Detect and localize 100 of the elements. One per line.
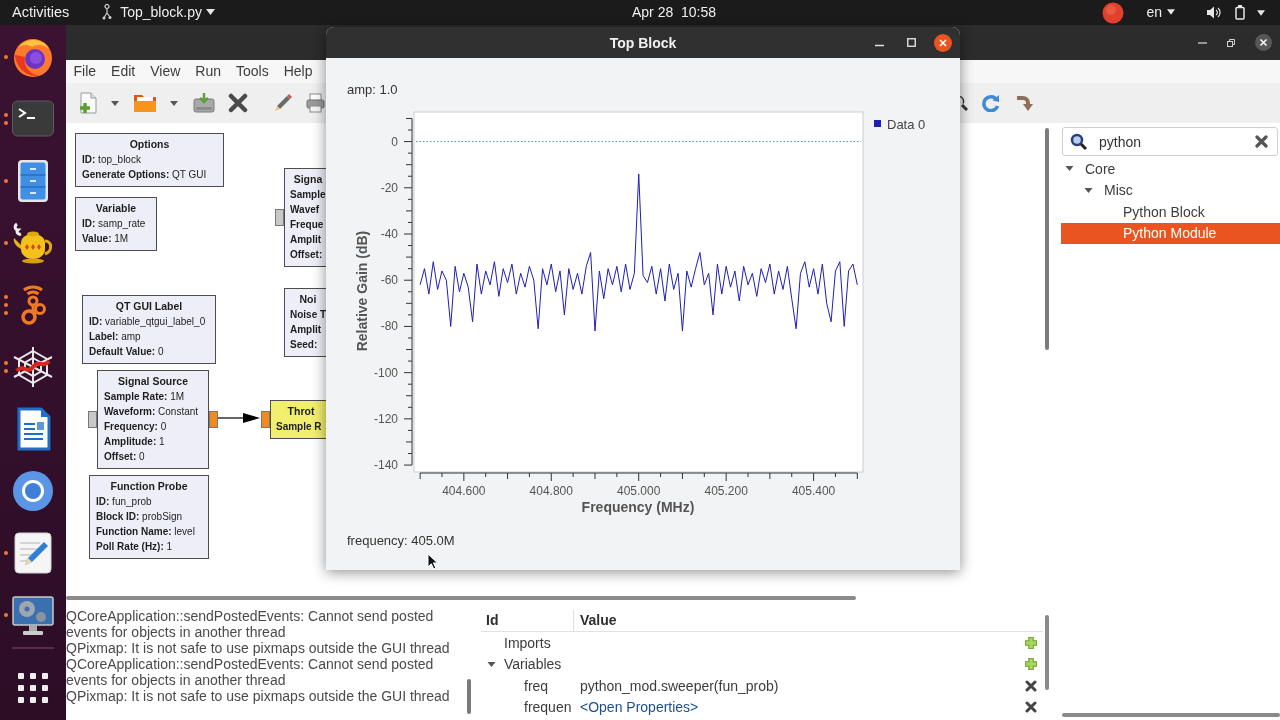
input-port-icon[interactable] [261, 411, 270, 428]
tick-label: 405.200 [704, 484, 748, 498]
vertical-scrollbar[interactable] [1045, 128, 1049, 350]
magnifier-icon[interactable] [960, 95, 968, 111]
connection-arrow[interactable] [218, 412, 260, 424]
monitor-icon[interactable] [11, 593, 55, 637]
tree-item[interactable]: Python Block [1061, 201, 1280, 223]
pencil-note-icon[interactable] [11, 531, 55, 575]
app-grid-icon[interactable] [18, 673, 48, 703]
block-param: Frequency: 0 [104, 420, 168, 434]
flowgraph-block[interactable]: Variable ID: samp_rate Value: 1M [75, 197, 157, 251]
tick-label: -40 [380, 227, 398, 241]
block-param: Sample [290, 188, 326, 202]
flowgraph-block[interactable]: Signal Source Sample Rate: 1M Waveform: Constant Frequency: 0 Amplitude: 1 Offset: 0 [97, 370, 209, 469]
flowgraph-block[interactable]: Signa Sample Wavef Freque Amplit Offset: [284, 168, 326, 267]
mouse-pointer-icon [427, 553, 438, 570]
column-header[interactable]: Id [481, 610, 573, 631]
flowgraph-icon [102, 4, 113, 21]
horizontal-scrollbar[interactable] [1062, 713, 1280, 717]
expander-icon[interactable] [1064, 164, 1074, 174]
flowgraph-block[interactable]: Noi Noise T Amplit Seed: [284, 288, 326, 357]
tick-label: 405.000 [617, 484, 661, 498]
maximize-icon[interactable] [907, 38, 916, 47]
refresh-icon[interactable] [982, 94, 1000, 112]
keyboard-layout-button[interactable]: en [1146, 4, 1175, 21]
flowgraph-block[interactable]: Options ID: top_block Generate Options: QT GUI [75, 133, 224, 187]
block-param: Offset: 0 [104, 450, 146, 464]
block-title: Throt [286, 404, 316, 419]
clock-button[interactable]: Apr 28 10:58 [632, 4, 717, 21]
flowgraph-block[interactable]: Function Probe ID: fun_prob Block ID: probSign Function Name: level Poll Rate (Hz): 1 [89, 475, 209, 559]
app-menu-button[interactable]: Top_block.py [102, 4, 215, 21]
vertical-scrollbar[interactable] [467, 679, 471, 714]
spider-web-icon[interactable] [11, 345, 55, 389]
tree-item[interactable]: Python Module [1061, 222, 1280, 244]
variable-id[interactable]: freq [524, 677, 549, 694]
activities-button[interactable]: Activities [12, 3, 70, 22]
block-param: Sample R [276, 420, 323, 434]
new-file-icon[interactable] [77, 92, 98, 114]
add-icon[interactable] [1024, 657, 1038, 672]
close-icon[interactable] [228, 93, 248, 113]
input-port-icon[interactable] [88, 411, 97, 428]
block-title: Function Probe [109, 479, 189, 494]
remove-icon[interactable] [1025, 701, 1037, 714]
menu-item[interactable]: Help [276, 60, 320, 83]
block-param: Seed: [290, 338, 319, 352]
volume-icon[interactable] [1207, 6, 1221, 19]
close-icon[interactable] [934, 33, 952, 52]
block-title: QT GUI Label [114, 299, 184, 314]
horizontal-scrollbar[interactable] [66, 596, 856, 600]
record-indicator-icon[interactable] [1102, 1, 1125, 24]
restore-icon[interactable] [1227, 38, 1235, 47]
menu-item[interactable]: Run [187, 60, 229, 83]
frequency-label: frequency: 405.0M [347, 533, 455, 548]
menu-item[interactable]: View [142, 60, 188, 83]
expander-icon[interactable] [1083, 185, 1093, 195]
menu-item[interactable]: Tools [228, 60, 277, 83]
expander-icon[interactable] [487, 659, 496, 669]
search-field[interactable]: python [1062, 127, 1278, 156]
caret-icon [205, 9, 215, 16]
remove-icon[interactable] [1025, 679, 1037, 692]
tree-item[interactable]: Core [1061, 158, 1280, 180]
console-message: QPixmap: It is not safe to use pixmaps outside the GUI thread [66, 688, 451, 704]
pencil-icon[interactable] [272, 92, 293, 114]
block-title: Variable [94, 201, 138, 216]
teapot-icon[interactable] [11, 221, 55, 265]
variable-id[interactable]: frequen [524, 699, 572, 716]
input-port-icon[interactable] [275, 209, 284, 226]
menu-item[interactable]: File [66, 60, 104, 83]
close-icon[interactable] [1255, 34, 1272, 51]
caret-icon[interactable] [1257, 9, 1265, 16]
battery-icon[interactable] [1235, 5, 1245, 20]
vertical-scrollbar[interactable] [1045, 615, 1049, 690]
printer-icon[interactable] [306, 93, 325, 113]
ring-icon[interactable] [11, 469, 55, 513]
legend-label[interactable]: Data 0 [887, 116, 926, 132]
caret-icon[interactable] [111, 100, 119, 106]
flowgraph-block[interactable]: QT GUI Label ID: variable_qtgui_label_0 Label: amp Default Value: 0 [82, 295, 216, 364]
variable-value: python_mod.sweeper(fun_prob) [580, 677, 779, 694]
folder-icon[interactable] [133, 92, 157, 114]
tick-label: 404.600 [442, 484, 486, 498]
tick-label: -60 [380, 273, 398, 288]
flowgraph-block[interactable]: Throt Sample R [270, 400, 326, 439]
properties-link[interactable]: <Open Properties> [580, 699, 699, 716]
block-param: Block ID: probSign [96, 510, 184, 524]
add-icon[interactable] [1024, 635, 1038, 650]
variable-id[interactable]: Imports [504, 634, 551, 651]
tick-label: 404.800 [529, 484, 573, 498]
caret-icon[interactable] [170, 100, 178, 106]
column-header[interactable]: Value [573, 610, 1043, 631]
block-param: Noise T [290, 308, 326, 322]
tree-item[interactable]: Misc [1061, 179, 1280, 201]
block-param: Amplit [290, 233, 323, 247]
block-param: Generate Options: QT GUI [82, 168, 208, 182]
save-icon[interactable] [193, 92, 215, 114]
amp-label: amp: 1.0 [347, 82, 398, 97]
tick-label: -140 [373, 458, 398, 473]
variable-id[interactable]: Variables [504, 656, 562, 673]
menu-item[interactable]: Edit [103, 60, 143, 83]
clear-icon[interactable] [1255, 135, 1268, 148]
curved-arrow-icon[interactable] [1015, 94, 1033, 112]
